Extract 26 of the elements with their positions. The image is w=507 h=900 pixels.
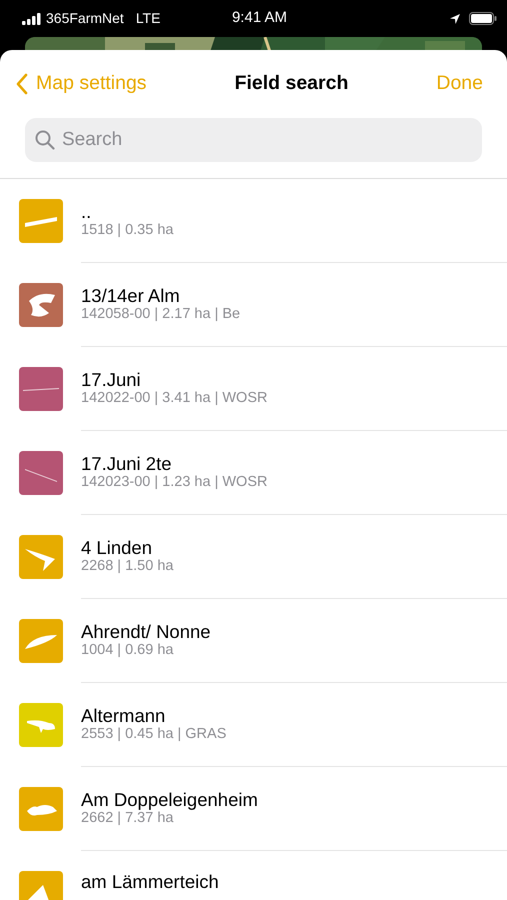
signal-icon [22,12,42,24]
field-name: 13/14er Alm [81,285,181,306]
network-text: LTE [136,9,160,28]
field-details: 2662 | 7.37 ha [81,810,174,828]
field-name: .. [81,201,92,222]
back-icon [16,73,28,95]
field-details: 142058-00 | 2.17 ha | Be [81,306,242,324]
field-details: 1518 | 0.35 ha [81,222,174,240]
field-name: 4 Linden [81,537,153,558]
field-name: am Lämmerteich [81,871,220,892]
field-details: 142022-00 | 3.41 ha | WOSR [81,390,268,408]
battery-icon [468,12,497,25]
carrier-text: 365FarmNet [46,9,124,28]
screen-title: Field search [234,71,348,96]
location-icon [448,12,461,24]
field-name: 17.Juni [81,369,142,390]
clock-text: 9:41 AM [232,8,288,28]
field-name: 17.Juni 2te [81,453,173,474]
field-name: Am Doppeleigenheim [81,789,259,810]
field-details: 2553 | 0.45 ha | GRAS [81,726,228,744]
search-field[interactable]: Search [25,118,482,162]
field-details: 142023-00 | 1.23 ha | WOSR [81,474,268,492]
field-name: Altermann [81,705,166,726]
field-name: Ahrendt/ Nonne [81,621,212,642]
field-details: 1004 | 0.69 ha [81,642,174,660]
field-details: 2268 | 1.50 ha [81,558,174,576]
